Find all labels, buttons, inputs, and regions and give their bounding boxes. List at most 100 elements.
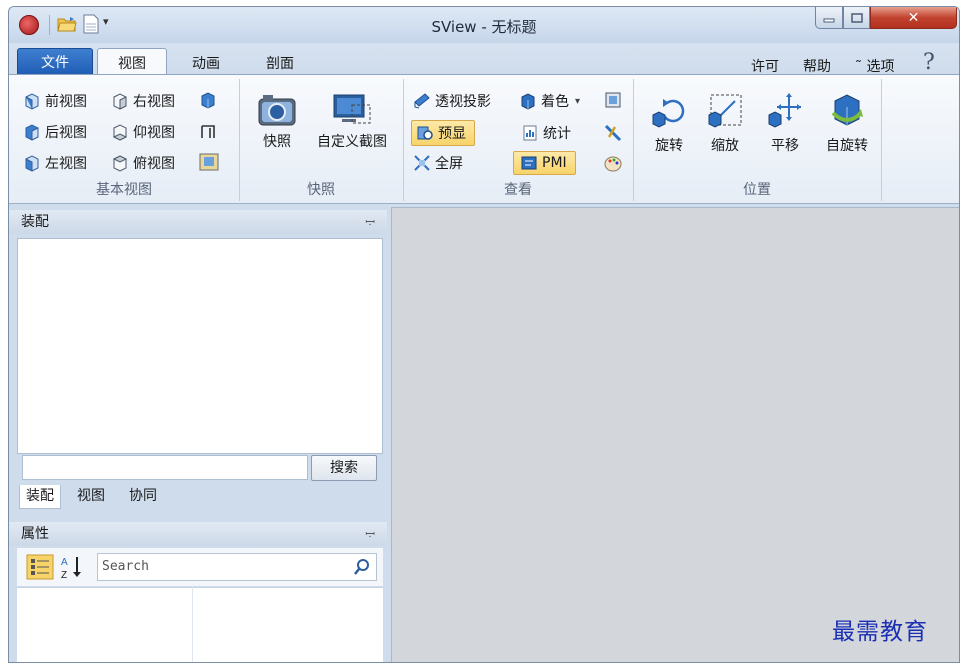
tab-views[interactable]: 视图 <box>71 485 111 509</box>
right-view-label: 右视图 <box>133 94 175 110</box>
custom-capture-button[interactable]: 自定义截图 <box>307 93 397 151</box>
bottom-view-icon <box>112 124 128 141</box>
measure-icon[interactable] <box>603 123 623 143</box>
tab-view[interactable]: 视图 <box>97 48 167 76</box>
ribbon-tab-row: 文件 视图 动画 剖面 许可 帮助 ˜ 选项 ? <box>9 43 959 76</box>
close-button[interactable]: ✕ <box>870 7 957 29</box>
assembly-search-input[interactable] <box>22 455 308 480</box>
pin-icon[interactable]: ꟷ̣ <box>365 522 375 546</box>
pmi-button[interactable]: PMI <box>513 151 576 175</box>
perspective-button[interactable]: 透视投影 <box>413 91 491 111</box>
pmi-icon <box>521 156 537 170</box>
property-grid[interactable] <box>17 587 383 662</box>
rotate-label: 旋转 <box>655 138 683 154</box>
statistics-button[interactable]: 统计 <box>521 123 571 143</box>
look-group-label: 查看 <box>504 182 532 198</box>
help-menu[interactable]: 帮助 <box>803 56 831 76</box>
help-icon[interactable]: ? <box>923 50 935 75</box>
fit-view-icon[interactable] <box>199 153 219 171</box>
perspective-label: 透视投影 <box>435 94 491 110</box>
rotate-button[interactable]: 旋转 <box>643 93 695 155</box>
top-view-button[interactable]: 俯视图 <box>111 153 175 173</box>
title-bar: ▾ SView - 无标题 ✕ <box>9 7 959 43</box>
fullscreen-button[interactable]: 全屏 <box>413 153 463 173</box>
pin-icon[interactable]: ꟷ̣ <box>365 210 375 234</box>
fullscreen-icon <box>414 155 430 171</box>
frame-view-icon[interactable] <box>199 122 217 140</box>
properties-panel-title: 属性 <box>21 526 49 542</box>
back-view-button[interactable]: 后视图 <box>23 122 87 142</box>
shading-dropdown-icon[interactable]: ▾ <box>575 96 580 107</box>
top-view-icon <box>112 155 128 172</box>
license-menu[interactable]: 许可 <box>751 56 779 76</box>
application-window: ▾ SView - 无标题 ✕ 文件 视图 动画 剖面 许可 帮助 ˜ 选项 ?… <box>8 6 960 663</box>
property-search-input[interactable]: Search <box>97 553 377 581</box>
3d-viewport[interactable] <box>391 207 959 662</box>
assembly-panel-header: 装配 ꟷ̣ <box>9 210 387 234</box>
screen-capture-icon <box>333 94 371 124</box>
tab-animation[interactable]: 动画 <box>169 51 243 75</box>
preview-icon <box>417 126 433 140</box>
ribbon: 前视图 右视图 后视图 仰视图 左视图 俯视图 基本视图 快照 自定义截图 快照… <box>9 74 959 204</box>
minimize-icon <box>823 18 835 22</box>
snapshot-group-label: 快照 <box>307 182 335 198</box>
property-grid-divider <box>192 587 193 662</box>
assembly-tree[interactable] <box>17 238 383 454</box>
auto-rotate-button[interactable]: 自旋转 <box>815 93 879 155</box>
statistics-label: 统计 <box>543 126 571 142</box>
pan-label: 平移 <box>771 138 799 154</box>
front-view-label: 前视图 <box>45 94 87 110</box>
sort-az-icon[interactable]: A Z <box>59 554 87 580</box>
top-view-label: 俯视图 <box>133 156 175 172</box>
tab-assembly[interactable]: 装配 <box>19 485 61 509</box>
right-view-icon <box>113 93 127 110</box>
snapshot-button[interactable]: 快照 <box>249 93 305 151</box>
camera-icon <box>258 95 296 126</box>
zoom-icon <box>708 94 742 128</box>
iso-view-icon[interactable] <box>199 91 217 109</box>
perspective-icon <box>414 93 430 109</box>
snapshot-label: 快照 <box>263 134 291 150</box>
categorized-view-icon[interactable] <box>26 554 54 580</box>
custom-capture-label: 自定义截图 <box>317 134 387 150</box>
shading-icon <box>521 93 535 110</box>
palette-icon[interactable] <box>603 155 623 173</box>
properties-panel-header: 属性 ꟷ̣ <box>9 522 387 546</box>
watermark: 最需教育 <box>832 619 928 645</box>
shading-button[interactable]: 着色 ▾ <box>519 91 580 111</box>
preview-button[interactable]: 预显 <box>411 120 475 146</box>
zoom-label: 缩放 <box>711 138 739 154</box>
right-view-button[interactable]: 右视图 <box>111 91 175 111</box>
assembly-panel-title: 装配 <box>21 214 49 230</box>
fullscreen-label: 全屏 <box>435 156 463 172</box>
zoom-button[interactable]: 缩放 <box>699 93 751 155</box>
basic-views-group-label: 基本视图 <box>96 182 152 198</box>
assembly-search-button[interactable]: 搜索 <box>311 455 377 481</box>
svg-text:Z: Z <box>61 570 67 580</box>
tab-collaboration[interactable]: 协同 <box>123 485 163 509</box>
view-extra-icon[interactable] <box>603 91 623 109</box>
auto-rotate-icon <box>831 94 863 126</box>
statistics-icon <box>523 125 537 141</box>
rotate-icon <box>652 99 685 128</box>
position-group-label: 位置 <box>743 182 771 198</box>
group-separator <box>881 79 882 201</box>
front-view-button[interactable]: 前视图 <box>23 91 87 111</box>
maximize-button[interactable] <box>843 7 870 29</box>
auto-rotate-label: 自旋转 <box>826 138 868 154</box>
pan-button[interactable]: 平移 <box>759 93 811 155</box>
bottom-view-label: 仰视图 <box>133 125 175 141</box>
bottom-view-button[interactable]: 仰视图 <box>111 122 175 142</box>
options-menu[interactable]: ˜ 选项 <box>855 56 894 76</box>
search-icon[interactable] <box>353 558 371 576</box>
left-view-label: 左视图 <box>45 156 87 172</box>
pan-icon <box>768 93 801 128</box>
minimize-button[interactable] <box>815 7 843 29</box>
back-view-icon <box>25 124 39 141</box>
front-view-icon <box>25 93 39 110</box>
maximize-icon <box>850 12 863 23</box>
tab-section[interactable]: 剖面 <box>245 51 315 75</box>
left-view-button[interactable]: 左视图 <box>23 153 87 173</box>
tab-file[interactable]: 文件 <box>17 48 93 75</box>
left-view-icon <box>25 155 39 172</box>
